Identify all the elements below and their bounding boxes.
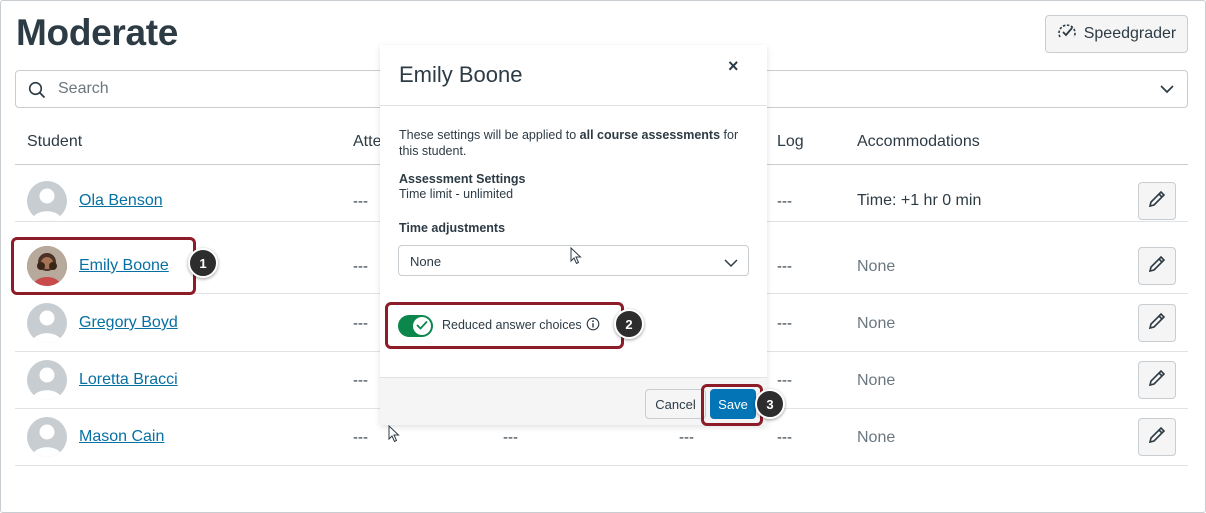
edit-accommodations-button[interactable] <box>1138 418 1176 456</box>
mouse-cursor-icon <box>388 424 400 448</box>
chevron-down-icon <box>724 255 738 273</box>
log-value: --- <box>777 315 792 332</box>
callout-number: 1 <box>188 248 218 278</box>
log-value: --- <box>777 258 792 275</box>
cancel-button[interactable]: Cancel <box>645 389 706 419</box>
callout-highlight <box>701 384 763 426</box>
pencil-icon <box>1147 425 1167 450</box>
pencil-icon <box>1147 189 1167 214</box>
edit-accommodations-button[interactable] <box>1138 182 1176 220</box>
log-value: --- <box>777 372 792 389</box>
edit-accommodations-button[interactable] <box>1138 361 1176 399</box>
callout-highlight <box>385 302 624 349</box>
edit-accommodations-button[interactable] <box>1138 247 1176 285</box>
modal-title: Emily Boone <box>399 62 523 87</box>
attempts-value: --- <box>353 193 368 210</box>
column-header-student: Student <box>27 133 83 150</box>
student-link[interactable]: Ola Benson <box>79 192 163 210</box>
log-value: --- <box>777 193 792 210</box>
callout-highlight <box>11 237 196 295</box>
accommodations-modal: Emily Boone × These settings will be app… <box>380 45 767 425</box>
attempts-value: --- <box>353 429 368 446</box>
callout-number: 2 <box>614 309 644 339</box>
column-value: --- <box>503 429 518 446</box>
column-value: --- <box>679 429 694 446</box>
edit-accommodations-button[interactable] <box>1138 304 1176 342</box>
avatar <box>27 360 67 400</box>
select-value: None <box>410 254 442 269</box>
avatar <box>27 181 67 221</box>
avatar <box>27 417 67 457</box>
accommodations-value: Time: +1 hr 0 min <box>857 192 982 209</box>
attempts-value: --- <box>353 372 368 389</box>
modal-divider <box>380 105 767 106</box>
pencil-icon <box>1147 311 1167 336</box>
student-link[interactable]: Mason Cain <box>79 428 164 446</box>
student-link[interactable]: Gregory Boyd <box>79 314 178 332</box>
callout-number: 3 <box>755 389 785 419</box>
time-adjustments-heading: Time adjustments <box>399 221 506 235</box>
mouse-cursor-icon <box>570 246 582 270</box>
pencil-icon <box>1147 368 1167 393</box>
assessment-settings-heading: Assessment Settings <box>399 172 526 186</box>
page-title: Moderate <box>16 12 179 53</box>
pencil-icon <box>1147 254 1167 279</box>
row-divider <box>15 465 1188 466</box>
search-icon <box>28 81 46 104</box>
speedgrader-icon <box>1057 23 1077 46</box>
column-header-attempts: Atte <box>353 133 382 150</box>
column-header-accommodations: Accommodations <box>857 133 980 150</box>
chevron-down-icon[interactable] <box>1159 82 1175 100</box>
speedgrader-label: Speedgrader <box>1083 25 1177 42</box>
attempts-value: --- <box>353 258 368 275</box>
log-value: --- <box>777 429 792 446</box>
student-link[interactable]: Loretta Bracci <box>79 371 178 389</box>
accommodations-value: None <box>857 372 896 389</box>
assessment-settings-value: Time limit - unlimited <box>399 187 514 201</box>
accommodations-value: None <box>857 429 896 446</box>
attempts-value: --- <box>353 315 368 332</box>
modal-intro: These settings will be applied to all co… <box>399 128 739 158</box>
accommodations-value: None <box>857 258 896 275</box>
close-icon[interactable]: × <box>728 56 739 76</box>
speedgrader-button[interactable]: Speedgrader <box>1045 15 1188 53</box>
accommodations-value: None <box>857 315 896 332</box>
column-header-log: Log <box>777 133 804 150</box>
avatar <box>27 303 67 343</box>
